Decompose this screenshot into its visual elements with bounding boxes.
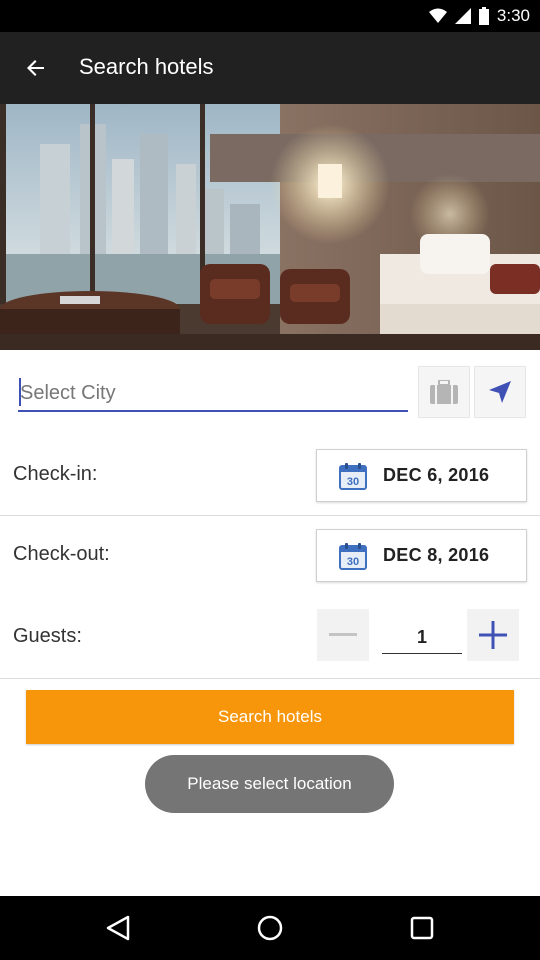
battery-icon [478,7,489,25]
plus-icon [479,621,507,649]
suitcase-icon [430,380,458,404]
check-in-date: DEC 6, 2016 [383,465,490,485]
square-recents-icon [410,916,434,940]
navigation-arrow-icon [489,381,511,403]
circle-home-icon [257,915,283,941]
system-navigation-bar [0,896,540,960]
check-in-date-button[interactable]: 30 DEC 6, 2016 [316,449,527,502]
app-bar: Search hotels [0,32,540,104]
triangle-back-icon [106,915,130,941]
nav-recents-button[interactable] [402,908,442,948]
guest-count: 1 [382,620,462,654]
status-bar: 3:30 [0,0,540,32]
select-city-input[interactable] [18,376,408,412]
suitcase-button[interactable] [418,366,470,418]
calendar-day: 30 [347,556,359,568]
hotel-room-image [0,104,540,350]
calendar-icon: 30 [339,462,367,490]
divider [0,515,540,516]
check-out-label: Check-out: [13,543,110,565]
search-hotels-button[interactable]: Search hotels [26,690,514,744]
calendar-icon: 30 [339,542,367,570]
nav-home-button[interactable] [250,908,290,948]
arrow-left-icon [27,60,44,76]
minus-icon [329,633,357,636]
check-out-date-button[interactable]: 30 DEC 8, 2016 [316,529,527,582]
guests-label: Guests: [13,625,82,647]
calendar-day: 30 [347,476,359,488]
status-icons: 3:30 [428,6,530,26]
back-button[interactable] [14,46,58,90]
nav-back-button[interactable] [98,908,138,948]
page-title: Search hotels [79,54,214,79]
decrease-guests-button[interactable] [317,609,369,661]
locate-me-button[interactable] [474,366,526,418]
text-cursor [19,378,21,406]
check-in-label: Check-in: [13,463,98,485]
signal-icon [454,8,471,24]
toast-message: Please select location [145,755,394,813]
check-out-date: DEC 8, 2016 [383,545,490,565]
wifi-icon [428,8,447,23]
status-time: 3:30 [496,6,530,25]
increase-guests-button[interactable] [467,609,519,661]
divider [0,678,540,679]
